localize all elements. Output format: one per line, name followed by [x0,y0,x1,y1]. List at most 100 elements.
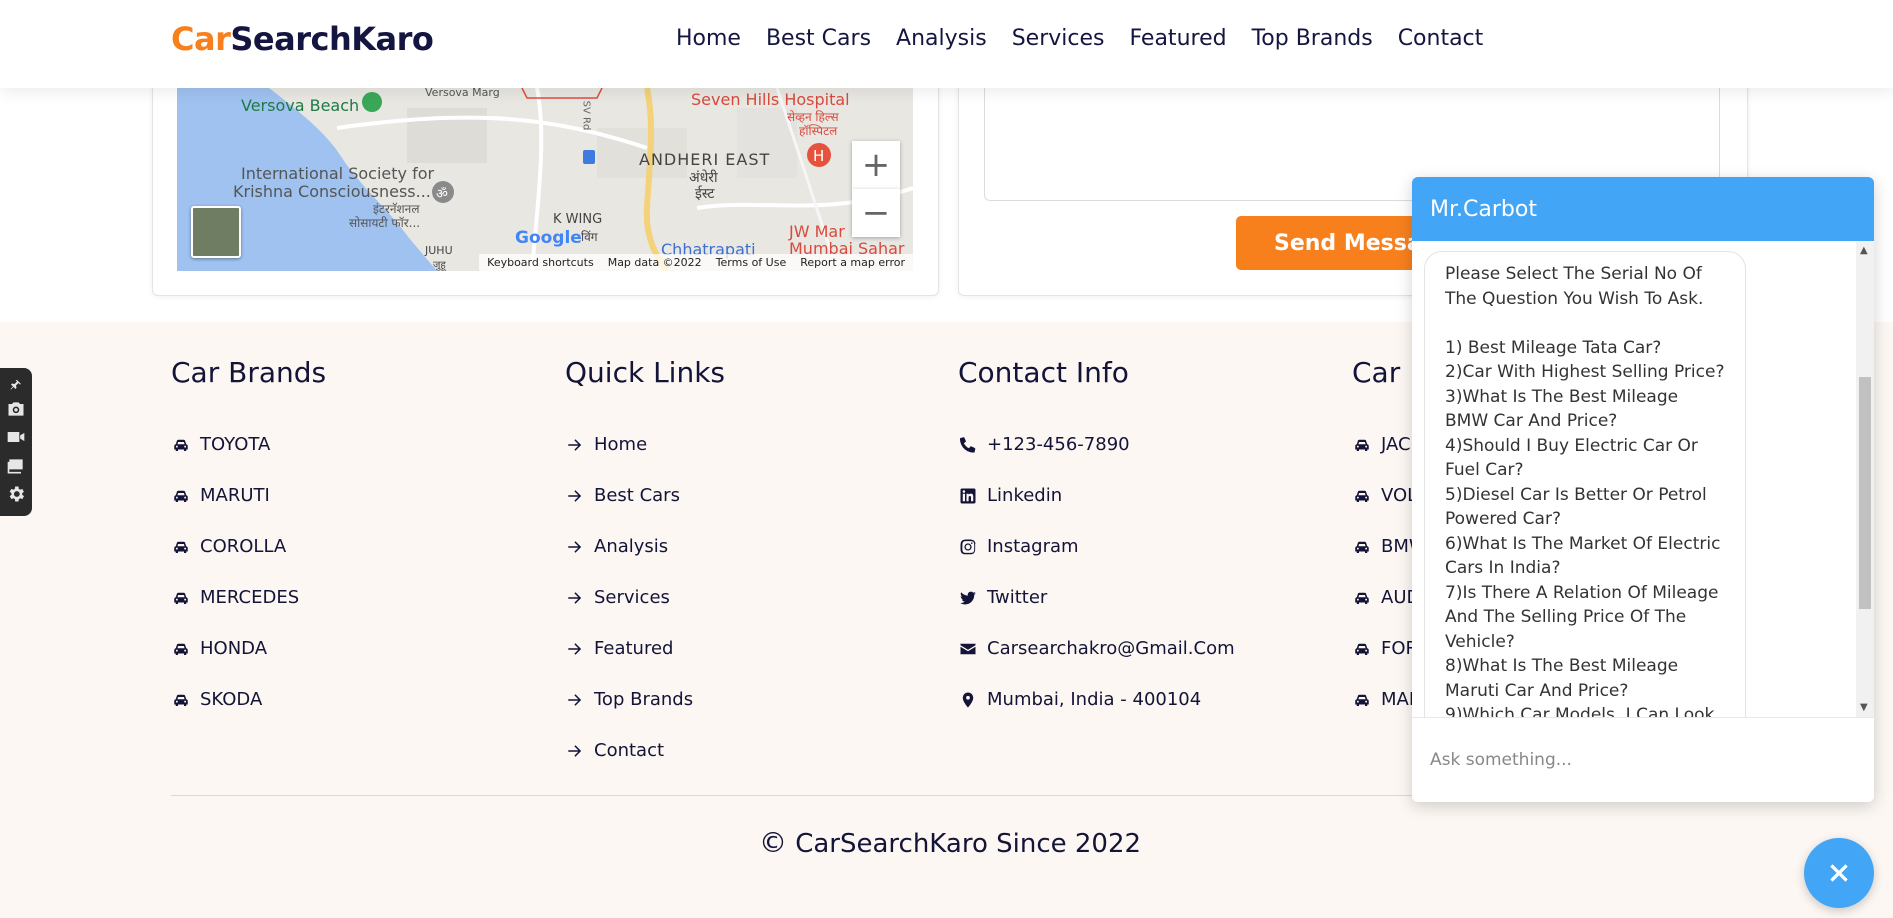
arrow-right-icon [565,742,585,760]
car-icon [171,691,191,709]
nav-best-cars[interactable]: Best Cars [766,26,871,51]
map-label-kwing: K WING [553,212,603,227]
quick-link[interactable]: Home [565,419,725,470]
bot-message-text: Please Select The Serial No Of The Quest… [1445,264,1725,717]
arrow-right-icon [565,691,585,709]
nav-analysis[interactable]: Analysis [896,26,987,51]
terms-of-use-link[interactable]: Terms of Use [716,256,787,269]
copyright-symbol: © [758,826,787,859]
car-link-label: JAC [1381,434,1411,455]
site-header: CarSearchKaro Home Best Cars Analysis Se… [0,0,1893,88]
copyright-text: CarSearchKaro Since 2022 [786,829,1142,859]
contact-location-label: Mumbai, India - 400104 [987,689,1202,710]
chat-scrollbar-thumb[interactable] [1859,377,1871,609]
nav-home[interactable]: Home [676,26,741,51]
car-icon [171,640,191,658]
car-icon [171,538,191,556]
brand-link[interactable]: HONDA [171,623,326,674]
site-logo[interactable]: CarSearchKaro [171,20,434,58]
contact-email-label: Carsearchakro@Gmail.Com [987,638,1235,659]
chat-input[interactable] [1412,717,1874,802]
brand-link[interactable]: COROLLA [171,521,326,572]
contact-location[interactable]: Mumbai, India - 400104 [958,674,1235,725]
contact-linkedin[interactable]: Linkedin [958,470,1235,521]
map-label-juhu: JUHU [425,244,453,257]
brand-link[interactable]: MARUTI [171,470,326,521]
quick-link[interactable]: Contact [565,725,725,776]
contact-phone-label: +123-456-7890 [987,434,1130,455]
brand-label: COROLLA [200,536,287,557]
chatbot-close-button[interactable] [1804,838,1874,908]
quick-link[interactable]: Top Brands [565,674,725,725]
contact-email[interactable]: Carsearchakro@Gmail.Com [958,623,1235,674]
report-map-error-link[interactable]: Report a map error [800,256,905,269]
screen-capture-toolbar [0,368,32,516]
gallery-icon[interactable] [5,456,27,480]
map-label-andheri-hi2: ईस्ट [695,186,715,202]
zoom-out-button[interactable]: − [852,189,900,237]
map-pin-icon [958,691,978,709]
map-data-text: Map data ©2022 [607,256,702,269]
logo-searchkaro: SearchKaro [230,20,434,58]
instagram-icon [958,538,978,556]
zoom-in-button[interactable]: + [852,141,900,189]
brand-link[interactable]: SKODA [171,674,326,725]
copyright: © CarSearchKaro Since 2022 [0,826,1893,859]
bot-message-bubble: Please Select The Serial No Of The Quest… [1424,251,1746,717]
pin-icon[interactable] [9,376,23,395]
keyboard-shortcuts-link[interactable]: Keyboard shortcuts [487,256,594,269]
arrow-right-icon [565,538,585,556]
map-label-kwing-hi: विंग [581,230,598,244]
camera-icon[interactable] [5,399,27,423]
arrow-right-icon [565,436,585,454]
scroll-down-arrow-icon[interactable]: ▼ [1860,702,1868,713]
nav-featured[interactable]: Featured [1129,26,1226,51]
envelope-icon [958,640,978,658]
map-label-seven-hills-hi2: हॉस्पिटल [799,124,838,138]
brand-label: MERCEDES [200,587,300,608]
car-icon [171,436,191,454]
nav-services[interactable]: Services [1012,26,1105,51]
car-icon [1352,691,1372,709]
contact-phone[interactable]: +123-456-7890 [958,419,1235,470]
map-label-seven-hills: Seven Hills Hospital [691,90,850,109]
contact-instagram[interactable]: Instagram [958,521,1235,572]
svg-text:ॐ: ॐ [436,187,448,202]
arrow-right-icon [565,640,585,658]
chatbot-title: Mr.Carbot [1430,196,1537,222]
logo-car: Car [171,20,231,58]
chatbot-header: Mr.Carbot [1412,177,1874,241]
video-icon[interactable] [5,427,27,451]
brand-link[interactable]: TOYOTA [171,419,326,470]
chatbot-messages[interactable]: Please Select The Serial No Of The Quest… [1412,241,1874,717]
quick-link[interactable]: Best Cars [565,470,725,521]
nav-top-brands[interactable]: Top Brands [1252,26,1373,51]
brand-label: TOYOTA [200,434,271,455]
quick-link[interactable]: Featured [565,623,725,674]
brand-link[interactable]: MERCEDES [171,572,326,623]
car-icon [171,487,191,505]
contact-twitter-label: Twitter [987,587,1048,608]
linkedin-icon [958,487,978,505]
contact-twitter[interactable]: Twitter [958,572,1235,623]
map-label-iskcon-hi2: सोसायटी फॉर... [349,216,421,230]
map-satellite-toggle[interactable] [191,206,241,258]
nav-contact[interactable]: Contact [1398,26,1484,51]
map-label-andheri: ANDHERI EAST [639,150,771,169]
car-brands-title: Car Brands [171,356,327,389]
gear-icon[interactable] [5,484,27,508]
chat-scrollbar[interactable]: ▲ ▼ [1856,241,1874,717]
quick-link-label: Analysis [594,536,669,557]
map-attribution: Keyboard shortcuts Map data ©2022 Terms … [479,254,913,271]
google-logo: Google [515,228,582,248]
map-label-iskcon: International Society for [241,164,435,183]
brand-label: HONDA [200,638,268,659]
quick-link[interactable]: Analysis [565,521,725,572]
footer-quick-links: Quick Links Home Best Cars Analysis Serv… [565,356,725,776]
google-map[interactable]: H ॐ Versova Beach Versova Marg Seven Hil… [177,88,913,271]
map-label-juhu-hi: जुहू [433,260,446,271]
car-icon [171,589,191,607]
car-icon [1352,436,1372,454]
scroll-up-arrow-icon[interactable]: ▲ [1860,245,1868,256]
quick-link[interactable]: Services [565,572,725,623]
